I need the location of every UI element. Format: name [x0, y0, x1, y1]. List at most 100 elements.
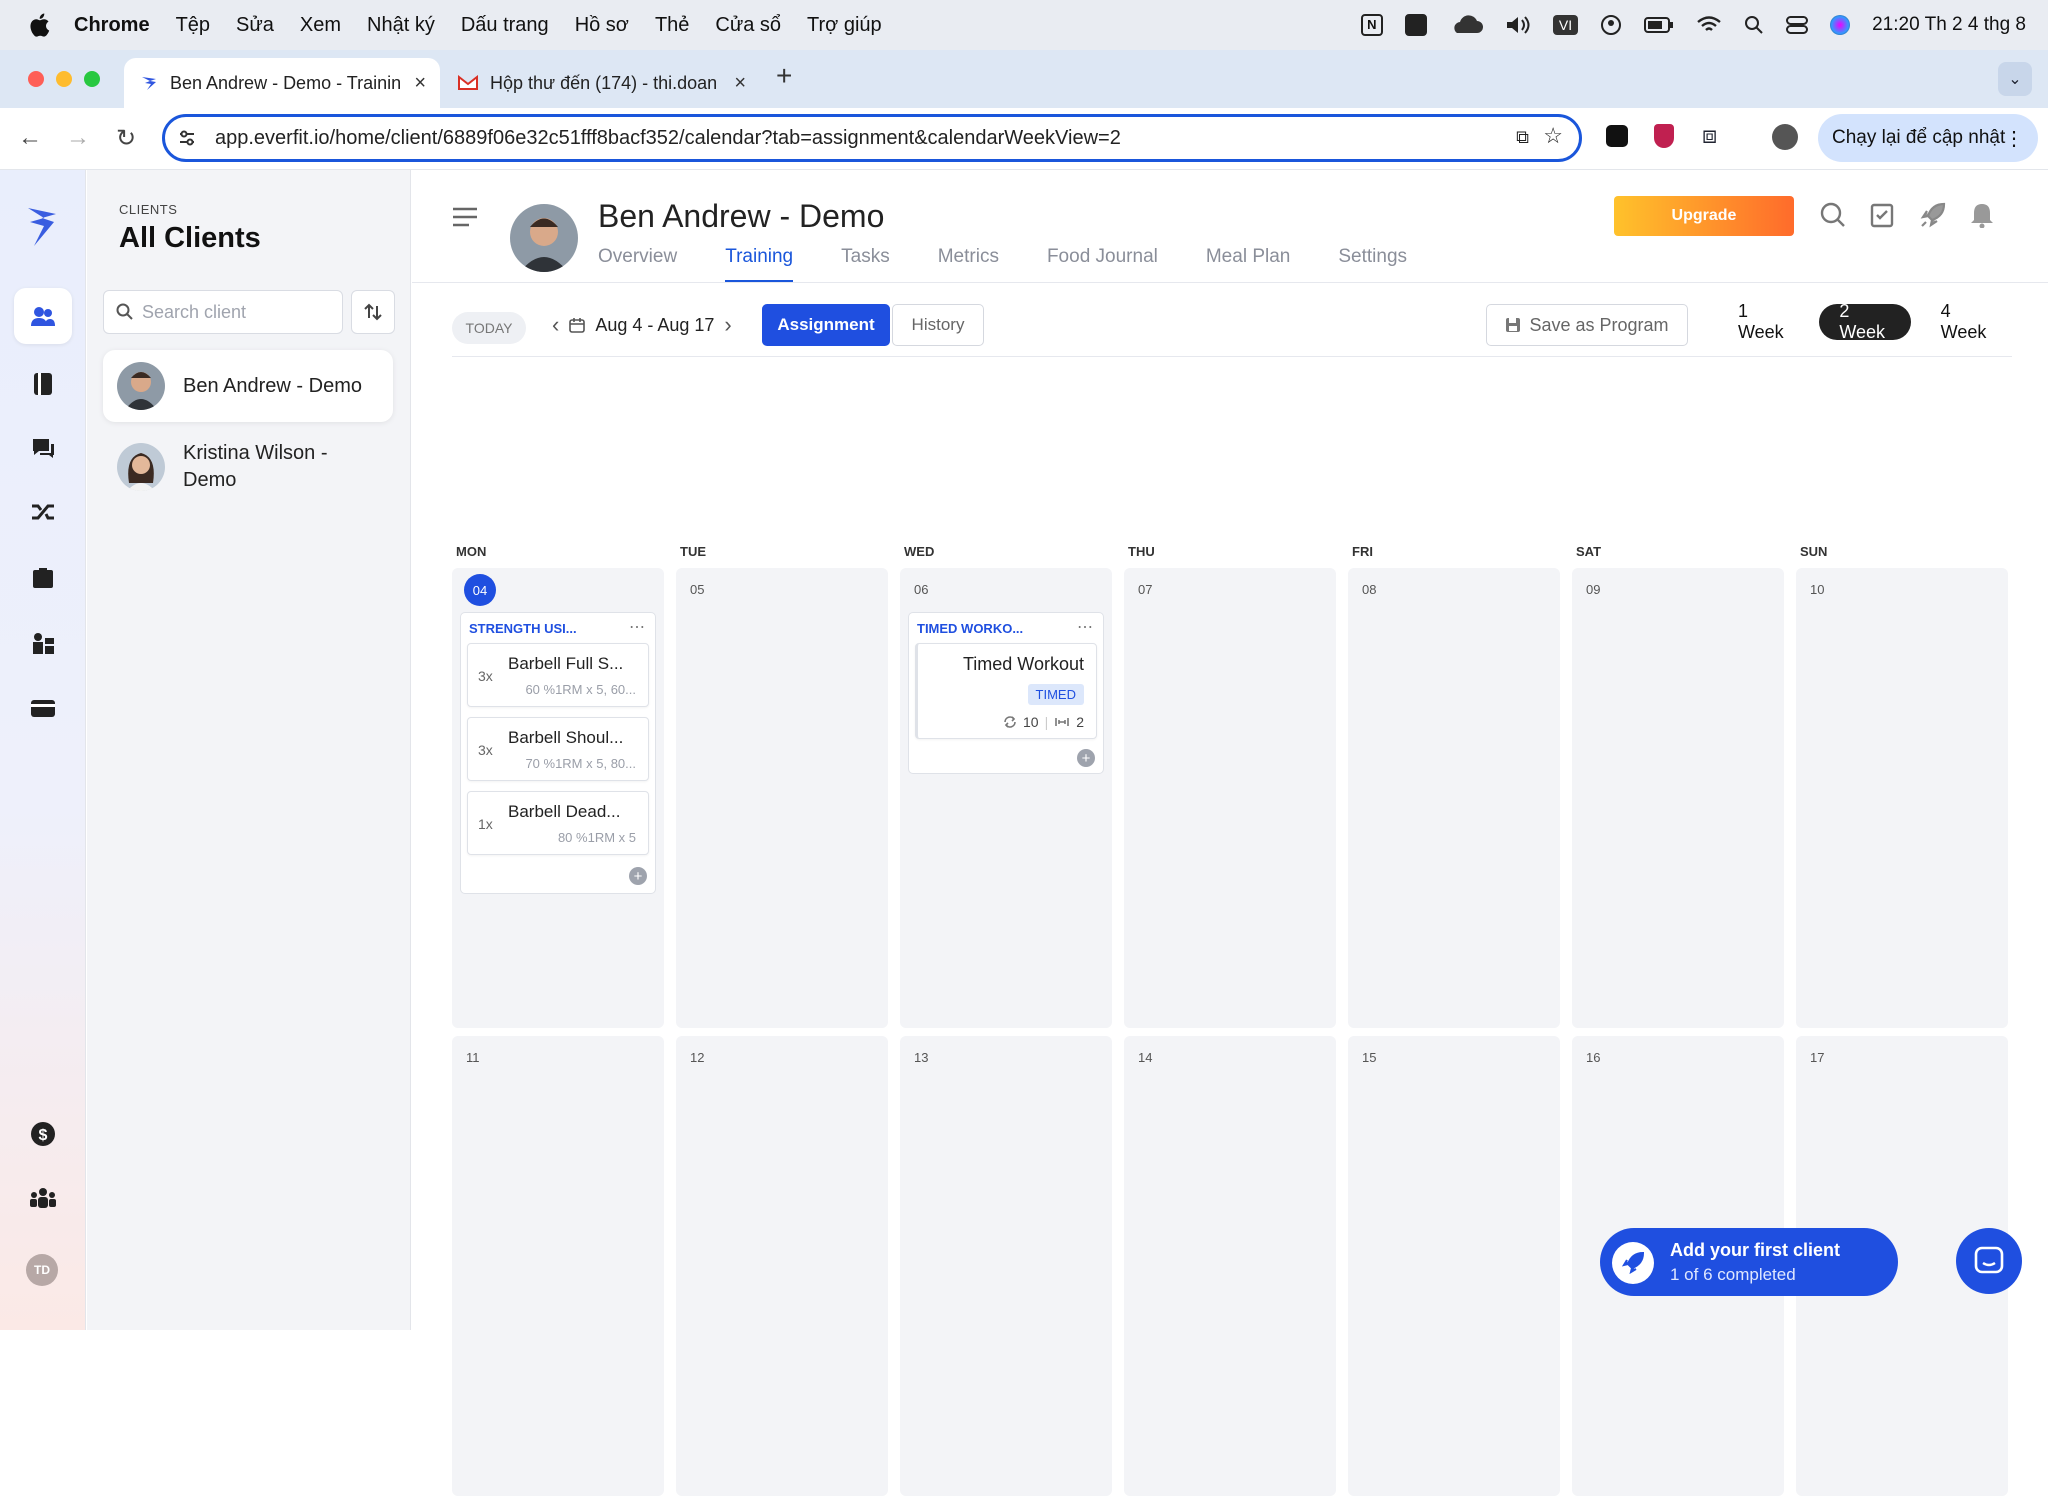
- bookmark-star-icon[interactable]: ☆: [1543, 123, 1563, 149]
- rail-community-icon[interactable]: [14, 1170, 72, 1226]
- assignment-tab-button[interactable]: Assignment: [762, 304, 890, 346]
- menu-view[interactable]: Xem: [300, 14, 341, 37]
- battery-icon[interactable]: [1644, 16, 1674, 34]
- day-cell-05[interactable]: 05: [676, 568, 888, 1028]
- day-cell-12[interactable]: 12: [676, 1036, 888, 1496]
- tab-metrics[interactable]: Metrics: [938, 246, 999, 283]
- exercise-item[interactable]: 3x Barbell Full S... 60 %1RM x 5, 60...: [467, 643, 649, 707]
- rail-programs-icon[interactable]: [14, 550, 72, 606]
- exercise-item[interactable]: 1x Barbell Dead... 80 %1RM x 5: [467, 791, 649, 855]
- calendar-icon[interactable]: [569, 317, 586, 333]
- menu-bookmarks[interactable]: Dấu trang: [461, 14, 549, 37]
- workout-title[interactable]: STRENGTH USI...: [469, 621, 577, 636]
- timed-workout-item[interactable]: Timed Workout TIMED 10 | 2: [915, 643, 1097, 739]
- extension-framer-icon[interactable]: [1606, 125, 1628, 147]
- exercise-item[interactable]: 3x Barbell Shoul... 70 %1RM x 5, 80...: [467, 717, 649, 781]
- cloud-icon[interactable]: [1449, 15, 1483, 35]
- url-text[interactable]: app.everfit.io/home/client/6889f06e32c51…: [215, 127, 1121, 150]
- translate-icon[interactable]: ⧉: [1516, 127, 1529, 148]
- search-client-input[interactable]: Search client: [103, 290, 343, 334]
- back-arrow-icon[interactable]: ←: [18, 124, 42, 152]
- tab-tasks[interactable]: Tasks: [841, 246, 890, 283]
- chevron-right-icon[interactable]: ›: [724, 312, 731, 338]
- sort-button[interactable]: [351, 290, 395, 334]
- add-exercise-plus-icon[interactable]: +: [629, 867, 647, 885]
- workout-card[interactable]: TIMED WORKO... ⋯ Timed Workout TIMED 10 …: [908, 612, 1104, 774]
- tab-overview[interactable]: Overview: [598, 246, 677, 283]
- onboarding-checklist-toast[interactable]: Add your first client 1 of 6 completed: [1600, 1228, 1898, 1296]
- add-exercise-plus-icon[interactable]: +: [1077, 749, 1095, 767]
- week-view-4-button[interactable]: 4 Week: [1921, 301, 2012, 342]
- zoom-window-button[interactable]: [84, 71, 100, 87]
- rail-inbox-chat-icon[interactable]: [14, 420, 72, 476]
- menu-history[interactable]: Nhật ký: [367, 14, 435, 37]
- workout-card[interactable]: STRENGTH USI... ⋯ 3x Barbell Full S... 6…: [460, 612, 656, 894]
- day-cell-13[interactable]: 13: [900, 1036, 1112, 1496]
- close-icon[interactable]: ×: [734, 72, 746, 95]
- extensions-puzzle-icon[interactable]: ⧈: [1702, 122, 1717, 150]
- menu-tab[interactable]: Thẻ: [655, 14, 689, 37]
- rail-library-icon[interactable]: [14, 356, 72, 412]
- volume-icon[interactable]: [1505, 14, 1531, 36]
- day-cell-07[interactable]: 07: [1124, 568, 1336, 1028]
- reload-icon[interactable]: ↻: [116, 124, 136, 153]
- close-icon[interactable]: ×: [414, 72, 426, 95]
- menubar-clock[interactable]: 21:20 Th 2 4 thg 8: [1872, 14, 2026, 36]
- close-window-button[interactable]: [28, 71, 44, 87]
- client-item-ben-andrew[interactable]: Ben Andrew - Demo: [103, 350, 393, 422]
- apple-icon[interactable]: [28, 12, 50, 38]
- menu-profiles[interactable]: Hồ sơ: [575, 14, 629, 37]
- everfit-logo-icon[interactable]: [26, 204, 58, 248]
- menu-file[interactable]: Tệp: [176, 14, 210, 37]
- menu-app-name[interactable]: Chrome: [74, 14, 150, 37]
- extension-ublock-icon[interactable]: [1654, 124, 1674, 148]
- tab-food-journal[interactable]: Food Journal: [1047, 246, 1158, 283]
- hamburger-menu-icon[interactable]: [452, 206, 478, 228]
- workout-title[interactable]: TIMED WORKO...: [917, 621, 1023, 636]
- menu-window[interactable]: Cửa sổ: [715, 14, 781, 37]
- client-item-kristina-wilson[interactable]: Kristina Wilson - Demo: [103, 424, 393, 510]
- spotlight-search-icon[interactable]: [1744, 15, 1764, 35]
- notification-bell-icon[interactable]: [1970, 202, 1994, 228]
- new-tab-button[interactable]: +: [776, 60, 792, 92]
- rail-payment-card-icon[interactable]: [14, 680, 72, 736]
- tab-search-chevron-down-icon[interactable]: ⌄: [1998, 62, 2032, 96]
- day-cell-10[interactable]: 10: [1796, 568, 2008, 1028]
- day-cell-04[interactable]: 04 STRENGTH USI... ⋯ 3x Barbell Full S..…: [452, 568, 664, 1028]
- rail-autoflow-icon[interactable]: [14, 484, 72, 540]
- day-cell-08[interactable]: 08: [1348, 568, 1560, 1028]
- day-cell-14[interactable]: 14: [1124, 1036, 1336, 1496]
- notion-icon[interactable]: N: [1360, 14, 1383, 36]
- siri-icon[interactable]: [1830, 15, 1851, 35]
- browser-tab-gmail[interactable]: Hộp thư đến (174) - thi.doan2 ×: [442, 58, 760, 108]
- site-settings-icon[interactable]: [177, 128, 197, 148]
- search-icon[interactable]: [1820, 202, 1846, 228]
- chevron-left-icon[interactable]: ‹: [552, 312, 559, 338]
- wifi-icon[interactable]: [1696, 15, 1722, 35]
- forward-arrow-icon[interactable]: →: [66, 124, 90, 152]
- control-center-icon[interactable]: [1786, 15, 1809, 35]
- user-avatar[interactable]: TD: [26, 1254, 58, 1286]
- more-vertical-icon[interactable]: ⋮: [2004, 126, 2024, 151]
- user-switch-icon[interactable]: [1600, 14, 1622, 36]
- drive-icon[interactable]: [1404, 14, 1427, 36]
- tab-meal-plan[interactable]: Meal Plan: [1206, 246, 1291, 283]
- update-chrome-button[interactable]: Chạy lại để cập nhật ⋮: [1818, 114, 2038, 162]
- date-range-label[interactable]: Aug 4 - Aug 17: [595, 315, 714, 336]
- rail-clients-icon[interactable]: [14, 288, 72, 344]
- url-bar[interactable]: app.everfit.io/home/client/6889f06e32c51…: [162, 114, 1582, 162]
- today-button[interactable]: TODAY: [452, 312, 526, 344]
- upgrade-button[interactable]: Upgrade: [1614, 196, 1794, 236]
- task-checklist-icon[interactable]: [1870, 202, 1894, 228]
- week-view-1-button[interactable]: 1 Week: [1718, 301, 1809, 342]
- week-view-2-button[interactable]: 2 Week: [1819, 301, 1911, 342]
- more-horizontal-icon[interactable]: ⋯: [629, 617, 645, 637]
- tab-settings[interactable]: Settings: [1338, 246, 1407, 283]
- day-cell-15[interactable]: 15: [1348, 1036, 1560, 1496]
- day-cell-09[interactable]: 09: [1572, 568, 1784, 1028]
- more-horizontal-icon[interactable]: ⋯: [1077, 617, 1093, 637]
- input-language-indicator[interactable]: VI: [1552, 15, 1579, 35]
- day-cell-06[interactable]: 06 TIMED WORKO... ⋯ Timed Workout TIMED …: [900, 568, 1112, 1028]
- menu-edit[interactable]: Sửa: [236, 14, 274, 37]
- save-as-program-button[interactable]: Save as Program: [1486, 304, 1688, 346]
